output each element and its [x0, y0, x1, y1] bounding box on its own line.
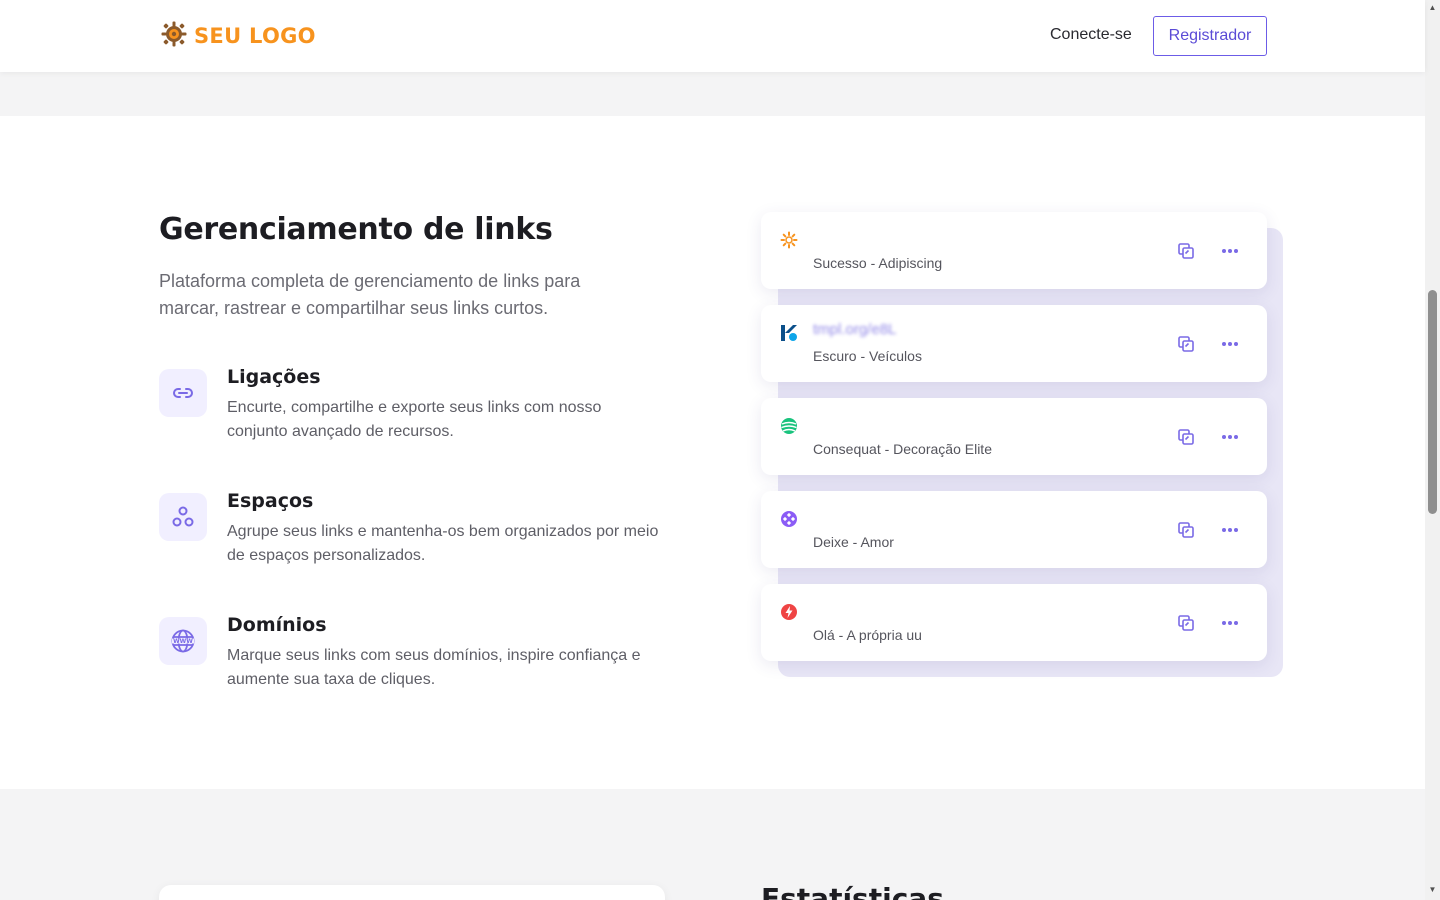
link-card[interactable]: Consequat - Decoração Elite — [761, 398, 1267, 475]
feature-description: Agrupe seus links e mantenha-os bem orga… — [227, 523, 659, 564]
short-url[interactable] — [813, 414, 973, 432]
link-card[interactable]: Sucesso - Adipiscing — [761, 212, 1267, 289]
more-options-icon[interactable] — [1219, 427, 1241, 447]
www-icon: WWW — [159, 617, 207, 665]
section-subtitle: Plataforma completa de gerenciamento de … — [159, 271, 581, 318]
copy-icon[interactable] — [1176, 427, 1196, 447]
link-card[interactable]: tmpl.org/e8L Escuro - Veículos — [761, 305, 1267, 382]
feature-description: Marque seus links com seus domínios, ins… — [227, 647, 641, 688]
feature-title: Domínios — [227, 614, 327, 636]
scroll-down-icon[interactable]: ▼ — [1428, 886, 1437, 894]
diamond-icon — [780, 510, 798, 528]
sun-icon — [780, 231, 798, 249]
scroll-thumb[interactable] — [1428, 290, 1437, 514]
link-card[interactable]: Olá - A própria uu — [761, 584, 1267, 661]
copy-icon[interactable] — [1176, 520, 1196, 540]
spacer-band — [0, 72, 1425, 116]
link-label: Sucesso - Adipiscing — [813, 255, 943, 271]
stats-preview-card — [159, 885, 665, 900]
short-url[interactable] — [813, 600, 973, 618]
more-options-icon[interactable] — [1219, 520, 1241, 540]
globe-stripes-icon — [780, 417, 798, 435]
k-logo-icon — [780, 324, 798, 342]
link-management-section: Gerenciamento de links Plataforma comple… — [0, 116, 1425, 789]
feature-description: Encurte, compartilhe e exporte seus link… — [227, 399, 602, 440]
link-label: Escuro - Veículos — [813, 348, 922, 364]
site-logo[interactable]: SEU LOGO — [160, 20, 316, 52]
more-options-icon[interactable] — [1219, 334, 1241, 354]
section-title: Gerenciamento de links — [159, 212, 553, 247]
copy-icon[interactable] — [1176, 241, 1196, 261]
more-options-icon[interactable] — [1219, 613, 1241, 633]
short-url[interactable]: tmpl.org/e8L — [813, 321, 973, 339]
short-url[interactable] — [813, 228, 973, 246]
svg-text:WWW: WWW — [173, 638, 193, 645]
link-label: Olá - A própria uu — [813, 627, 922, 643]
spaces-icon — [159, 493, 207, 541]
login-link[interactable]: Conecte-se — [1050, 26, 1132, 44]
link-label: Consequat - Decoração Elite — [813, 441, 992, 457]
feature-title: Espaços — [227, 490, 314, 512]
link-icon — [159, 369, 207, 417]
logo-text: SEU LOGO — [194, 24, 316, 48]
feature-title: Ligações — [227, 366, 321, 388]
scroll-up-icon[interactable]: ▲ — [1428, 4, 1437, 12]
top-navbar: SEU LOGO Conecte-se Registrador — [0, 0, 1425, 72]
copy-icon[interactable] — [1176, 613, 1196, 633]
register-button[interactable]: Registrador — [1153, 16, 1267, 56]
gear-logo-icon — [160, 20, 188, 53]
copy-icon[interactable] — [1176, 334, 1196, 354]
page-scrollbar[interactable]: ▲ ▼ — [1425, 0, 1440, 900]
link-card[interactable]: Deixe - Amor — [761, 491, 1267, 568]
more-options-icon[interactable] — [1219, 241, 1241, 261]
short-url[interactable] — [813, 507, 973, 525]
bolt-icon — [780, 603, 798, 621]
stats-title: Estatísticas — [761, 882, 944, 900]
link-label: Deixe - Amor — [813, 534, 894, 550]
